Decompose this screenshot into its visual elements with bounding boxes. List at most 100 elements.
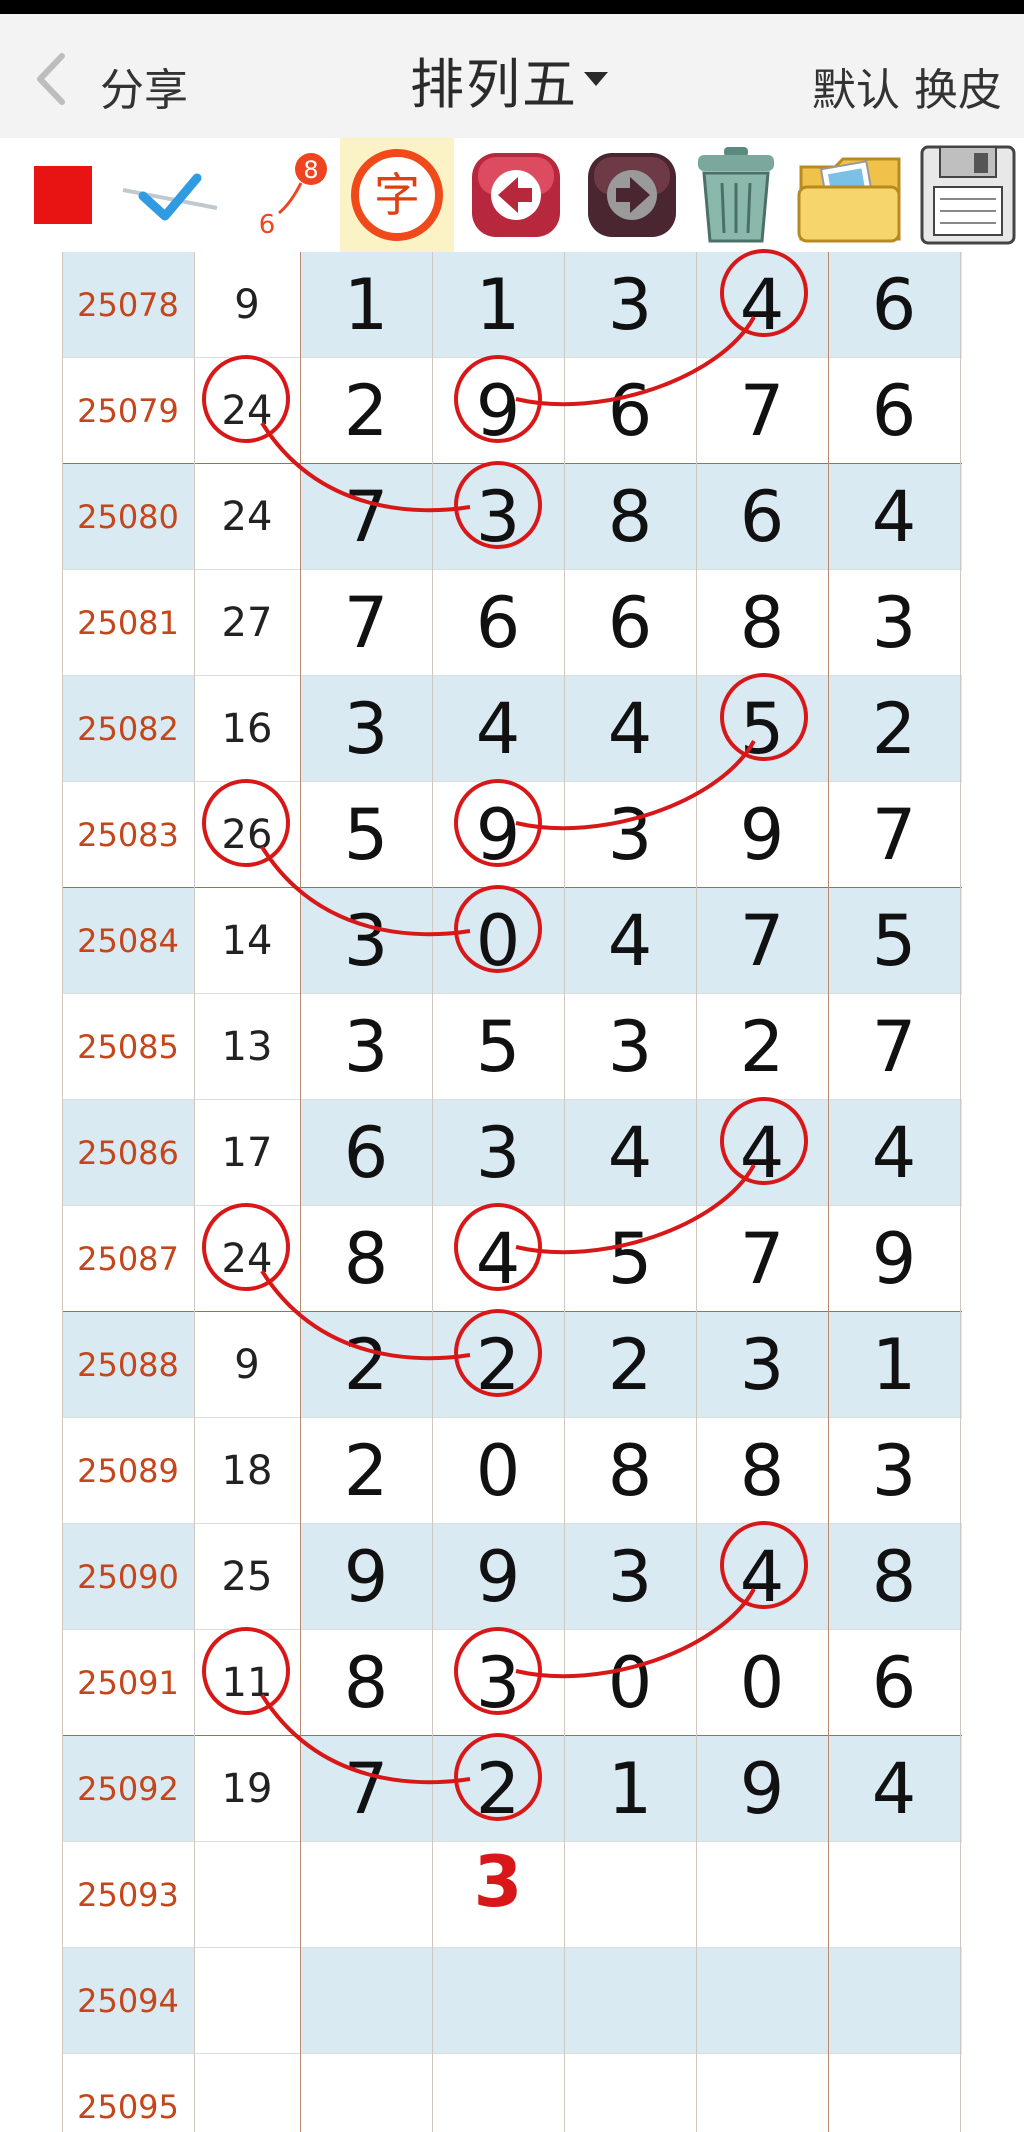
digit-cell-2[interactable]: 0: [432, 1418, 564, 1524]
digit-cell-1[interactable]: 6: [300, 1100, 432, 1206]
digit-cell-1[interactable]: 2: [300, 1418, 432, 1524]
digit-cell-4[interactable]: 8: [696, 570, 828, 676]
digit-cell-5[interactable]: 1: [828, 1312, 960, 1418]
digit-cell-5[interactable]: 7: [828, 994, 960, 1100]
digit-cell-2[interactable]: 9: [432, 1524, 564, 1630]
digit-cell-4[interactable]: 7: [696, 1206, 828, 1312]
digit-cell-3[interactable]: 4: [564, 888, 696, 994]
digit-cell-4[interactable]: 5: [696, 676, 828, 782]
share-button[interactable]: 分享: [100, 54, 188, 118]
digit-cell-2[interactable]: 2: [432, 1312, 564, 1418]
digit-cell-1[interactable]: 9: [300, 1524, 432, 1630]
digit-cell-5[interactable]: 5: [828, 888, 960, 994]
digit-cell-4[interactable]: 4: [696, 1100, 828, 1206]
text-tool[interactable]: 字: [340, 138, 454, 252]
digit-cell-4[interactable]: 9: [696, 1736, 828, 1842]
digit-cell-2[interactable]: [432, 1842, 564, 1948]
digit-cell-5[interactable]: 6: [828, 252, 960, 358]
change-skin-button[interactable]: 换皮: [914, 54, 1002, 118]
digit-cell-5[interactable]: 8: [828, 1524, 960, 1630]
digit-cell-4[interactable]: 4: [696, 252, 828, 358]
digit-cell-1[interactable]: 7: [300, 1736, 432, 1842]
digit-cell-2[interactable]: [432, 1948, 564, 2054]
digit-cell-4[interactable]: 3: [696, 1312, 828, 1418]
digit-cell-2[interactable]: 4: [432, 1206, 564, 1312]
digit-cell-4[interactable]: 7: [696, 888, 828, 994]
lottery-type-selector[interactable]: 排列五: [410, 46, 608, 116]
digit-cell-5[interactable]: 7: [828, 782, 960, 888]
redo-tool[interactable]: [576, 138, 688, 252]
digit-cell-3[interactable]: [564, 1948, 696, 2054]
digit-cell-3[interactable]: 6: [564, 570, 696, 676]
digit-cell-1[interactable]: 8: [300, 1630, 432, 1736]
default-button[interactable]: 默认: [812, 54, 900, 118]
digit-cell-3[interactable]: [564, 1842, 696, 1948]
digit-cell-4[interactable]: 6: [696, 464, 828, 570]
digit-cell-3[interactable]: 5: [564, 1206, 696, 1312]
digit-cell-5[interactable]: 4: [828, 464, 960, 570]
digit-cell-3[interactable]: 3: [564, 782, 696, 888]
digit-cell-5[interactable]: [828, 1842, 960, 1948]
digit-cell-3[interactable]: 4: [564, 1100, 696, 1206]
digit-cell-1[interactable]: 3: [300, 994, 432, 1100]
digit-cell-3[interactable]: 3: [564, 1524, 696, 1630]
digit-cell-4[interactable]: 7: [696, 358, 828, 464]
digit-cell-1[interactable]: 5: [300, 782, 432, 888]
digit-cell-3[interactable]: 8: [564, 464, 696, 570]
red-square-tool[interactable]: [18, 138, 108, 252]
digit-cell-1[interactable]: 3: [300, 676, 432, 782]
digit-cell-3[interactable]: 2: [564, 1312, 696, 1418]
digit-cell-4[interactable]: [696, 2054, 828, 2132]
digit-cell-2[interactable]: [432, 2054, 564, 2132]
digit-cell-5[interactable]: 6: [828, 1630, 960, 1736]
digit-cell-2[interactable]: 1: [432, 252, 564, 358]
save-tool[interactable]: [912, 138, 1024, 252]
digit-cell-2[interactable]: 3: [432, 464, 564, 570]
digit-cell-5[interactable]: 4: [828, 1736, 960, 1842]
photos-tool[interactable]: [792, 138, 908, 252]
pen-check-tool[interactable]: [112, 138, 224, 252]
digit-cell-1[interactable]: 7: [300, 464, 432, 570]
digit-cell-5[interactable]: 9: [828, 1206, 960, 1312]
undo-tool[interactable]: [460, 138, 572, 252]
digit-cell-2[interactable]: 6: [432, 570, 564, 676]
digit-cell-3[interactable]: 8: [564, 1418, 696, 1524]
digit-cell-3[interactable]: [564, 2054, 696, 2132]
digit-cell-5[interactable]: 3: [828, 570, 960, 676]
digit-cell-3[interactable]: 0: [564, 1630, 696, 1736]
digit-cell-4[interactable]: 9: [696, 782, 828, 888]
digit-cell-5[interactable]: [828, 1948, 960, 2054]
digit-cell-4[interactable]: 0: [696, 1630, 828, 1736]
digit-cell-2[interactable]: 9: [432, 358, 564, 464]
digit-cell-5[interactable]: 2: [828, 676, 960, 782]
digit-cell-1[interactable]: 2: [300, 1312, 432, 1418]
digit-cell-3[interactable]: 3: [564, 252, 696, 358]
digit-cell-4[interactable]: 4: [696, 1524, 828, 1630]
digit-cell-2[interactable]: 3: [432, 1100, 564, 1206]
digit-cell-4[interactable]: [696, 1948, 828, 2054]
digit-cell-1[interactable]: [300, 2054, 432, 2132]
digit-cell-1[interactable]: 1: [300, 252, 432, 358]
digit-cell-2[interactable]: 3: [432, 1630, 564, 1736]
digit-cell-2[interactable]: 0: [432, 888, 564, 994]
digit-cell-4[interactable]: 2: [696, 994, 828, 1100]
digit-cell-1[interactable]: 8: [300, 1206, 432, 1312]
digit-cell-1[interactable]: 3: [300, 888, 432, 994]
digit-cell-1[interactable]: [300, 1842, 432, 1948]
digit-cell-5[interactable]: 6: [828, 358, 960, 464]
digit-cell-3[interactable]: 1: [564, 1736, 696, 1842]
digit-cell-1[interactable]: [300, 1948, 432, 2054]
digit-cell-5[interactable]: 4: [828, 1100, 960, 1206]
digit-cell-2[interactable]: 4: [432, 676, 564, 782]
back-arrow-icon[interactable]: [28, 50, 78, 108]
number-connect-tool[interactable]: 8 6: [236, 138, 336, 252]
digit-cell-1[interactable]: 2: [300, 358, 432, 464]
digit-cell-2[interactable]: 2: [432, 1736, 564, 1842]
digit-cell-4[interactable]: 8: [696, 1418, 828, 1524]
digit-cell-3[interactable]: 4: [564, 676, 696, 782]
trash-tool[interactable]: [680, 138, 792, 252]
digit-cell-2[interactable]: 9: [432, 782, 564, 888]
digit-cell-4[interactable]: [696, 1842, 828, 1948]
digit-cell-3[interactable]: 6: [564, 358, 696, 464]
digit-cell-5[interactable]: 3: [828, 1418, 960, 1524]
